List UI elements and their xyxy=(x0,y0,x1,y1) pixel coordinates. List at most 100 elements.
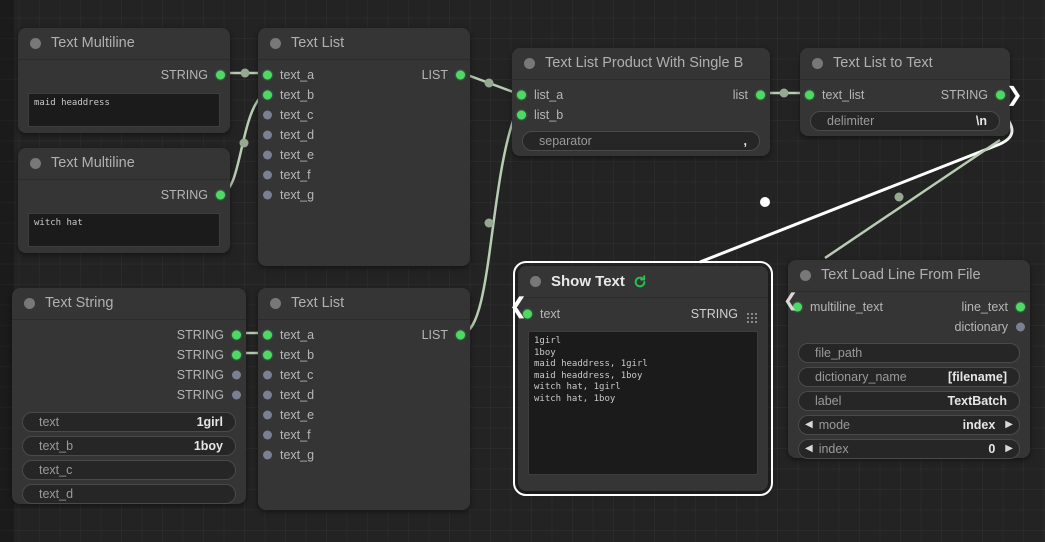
input-dot-icon[interactable] xyxy=(805,90,814,100)
input-dot-icon[interactable] xyxy=(263,110,272,120)
output-label: STRING xyxy=(940,88,988,102)
stepper-right-arrow-icon[interactable]: ▶ xyxy=(1005,420,1013,430)
input-slot-text-b[interactable]: text_b xyxy=(258,345,470,365)
input-dot-icon[interactable] xyxy=(263,170,272,180)
input-dot-icon[interactable] xyxy=(517,110,526,120)
output-dot-icon[interactable] xyxy=(232,350,241,360)
collapse-dot-icon[interactable] xyxy=(30,158,41,169)
output-slot-string-2[interactable]: STRING xyxy=(12,345,246,365)
collapse-dot-icon[interactable] xyxy=(30,38,41,49)
output-dot-icon[interactable] xyxy=(216,190,225,200)
output-dot-icon[interactable] xyxy=(216,70,225,80)
output-dot-icon[interactable] xyxy=(456,330,465,340)
input-slot-text-g[interactable]: text_g xyxy=(258,445,470,465)
input-dot-icon[interactable] xyxy=(517,90,526,100)
collapse-dot-icon[interactable] xyxy=(270,38,281,49)
input-slot-text-e[interactable]: text_e xyxy=(258,405,470,425)
input-dot-icon[interactable] xyxy=(263,130,272,140)
output-label-dictionary: dictionary xyxy=(954,320,1009,334)
widget-label-field[interactable]: label TextBatch xyxy=(798,391,1020,411)
stepper-right-arrow-icon[interactable]: ▶ xyxy=(1005,444,1013,454)
input-dot-icon[interactable] xyxy=(263,430,272,440)
widget-file-path[interactable]: file_path xyxy=(798,343,1020,363)
show-text-output-area[interactable]: 1girl 1boy maid headdress, 1girl maid he… xyxy=(528,331,758,475)
collapse-dot-icon[interactable] xyxy=(524,58,535,69)
input-slot-text-g[interactable]: text_g xyxy=(258,185,470,205)
output-slot-string[interactable]: STRING xyxy=(18,185,230,205)
output-slot-string-4[interactable]: STRING xyxy=(12,385,246,405)
stepper-left-arrow-icon[interactable]: ◀ xyxy=(805,420,813,430)
widget-dictionary-name[interactable]: dictionary_name [filename] xyxy=(798,367,1020,387)
node-title-label: Text List to Text xyxy=(833,55,933,71)
input-slot-list-b[interactable]: list_b xyxy=(512,105,770,125)
output-label: STRING xyxy=(160,188,208,202)
output-dot-icon[interactable] xyxy=(996,90,1005,100)
input-dot-icon[interactable] xyxy=(263,450,272,460)
output-dot-icon[interactable] xyxy=(232,390,241,400)
input-slot-list-a[interactable]: list_a list xyxy=(512,85,770,105)
widget-text-b[interactable]: text_b 1boy xyxy=(22,436,236,456)
widget-text[interactable]: text 1girl xyxy=(22,412,236,432)
widget-separator[interactable]: separator , xyxy=(522,131,760,151)
output-dot-icon[interactable] xyxy=(456,70,465,80)
node-text-multiline-2[interactable]: Text Multiline STRING witch hat xyxy=(18,148,230,253)
collapse-dot-icon[interactable] xyxy=(800,270,811,281)
input-dot-icon[interactable] xyxy=(263,330,272,340)
output-dot-icon[interactable] xyxy=(1016,322,1025,332)
output-dot-icon[interactable] xyxy=(1016,302,1025,312)
collapse-dot-icon[interactable] xyxy=(812,58,823,69)
node-show-text[interactable]: Show Text text STRING 1girl 1boy maid he… xyxy=(513,261,773,496)
collapse-dot-icon[interactable] xyxy=(530,276,541,287)
node-text-string[interactable]: Text String STRING STRING STRING STRING … xyxy=(12,288,246,504)
input-slot-text-list[interactable]: text_list STRING xyxy=(800,85,1010,105)
input-label: text_a xyxy=(280,68,315,82)
output-slot-string-3[interactable]: STRING xyxy=(12,365,246,385)
output-slot-dictionary[interactable]: dictionary xyxy=(788,317,1030,337)
node-text-load-line-from-file[interactable]: Text Load Line From File multiline_text … xyxy=(788,260,1030,459)
input-slot-text-a[interactable]: text_a LIST xyxy=(258,65,470,85)
node-text-list-product[interactable]: Text List Product With Single B list_a l… xyxy=(512,48,770,156)
input-dot-icon[interactable] xyxy=(263,150,272,160)
output-slot-string[interactable]: STRING xyxy=(18,65,230,85)
input-dot-icon[interactable] xyxy=(263,90,272,100)
output-dot-icon[interactable] xyxy=(756,90,765,100)
output-dot-icon[interactable] xyxy=(232,330,241,340)
widget-delimiter[interactable]: delimiter \n xyxy=(810,111,1000,131)
input-slot-text-a[interactable]: text_a LIST xyxy=(258,325,470,345)
widget-text-d[interactable]: text_d xyxy=(22,484,236,504)
input-slot-multiline-text[interactable]: multiline_text line_text xyxy=(788,297,1030,317)
widget-index[interactable]: ◀ index 0 ▶ xyxy=(798,439,1020,459)
node-text-list-top[interactable]: Text List text_a LIST text_b text_c text… xyxy=(258,28,470,266)
input-dot-icon[interactable] xyxy=(263,370,272,380)
input-slot-text-d[interactable]: text_d xyxy=(258,385,470,405)
multiline-text-input[interactable]: witch hat xyxy=(28,213,220,247)
refresh-icon[interactable] xyxy=(633,274,647,289)
input-slot-text-b[interactable]: text_b xyxy=(258,85,470,105)
input-slot-text-f[interactable]: text_f xyxy=(258,165,470,185)
input-slot-text-f[interactable]: text_f xyxy=(258,425,470,445)
node-text-multiline-1[interactable]: Text Multiline STRING maid headdress xyxy=(18,28,230,133)
stepper-left-arrow-icon[interactable]: ◀ xyxy=(805,444,813,454)
input-slot-text-c[interactable]: text_c xyxy=(258,365,470,385)
node-text-list-bottom[interactable]: Text List text_a LIST text_b text_c text… xyxy=(258,288,470,510)
output-label: list xyxy=(732,88,748,102)
input-dot-icon[interactable] xyxy=(263,410,272,420)
input-dot-icon[interactable] xyxy=(263,350,272,360)
input-slot-text-e[interactable]: text_e xyxy=(258,145,470,165)
collapse-dot-icon[interactable] xyxy=(24,298,35,309)
input-dot-icon[interactable] xyxy=(263,390,272,400)
node-text-list-to-text[interactable]: Text List to Text text_list STRING delim… xyxy=(800,48,1010,136)
multiline-text-input[interactable]: maid headdress xyxy=(28,93,220,127)
grid-dots-icon[interactable] xyxy=(747,309,758,323)
input-slot-text-c[interactable]: text_c xyxy=(258,105,470,125)
output-slot-string-1[interactable]: STRING xyxy=(12,325,246,345)
input-slot-text[interactable]: text STRING xyxy=(518,303,768,325)
input-label: text_g xyxy=(280,448,315,462)
output-dot-icon[interactable] xyxy=(232,370,241,380)
input-dot-icon[interactable] xyxy=(263,70,272,80)
input-dot-icon[interactable] xyxy=(263,190,272,200)
collapse-dot-icon[interactable] xyxy=(270,298,281,309)
input-slot-text-d[interactable]: text_d xyxy=(258,125,470,145)
widget-text-c[interactable]: text_c xyxy=(22,460,236,480)
widget-mode[interactable]: ◀ mode index ▶ xyxy=(798,415,1020,435)
